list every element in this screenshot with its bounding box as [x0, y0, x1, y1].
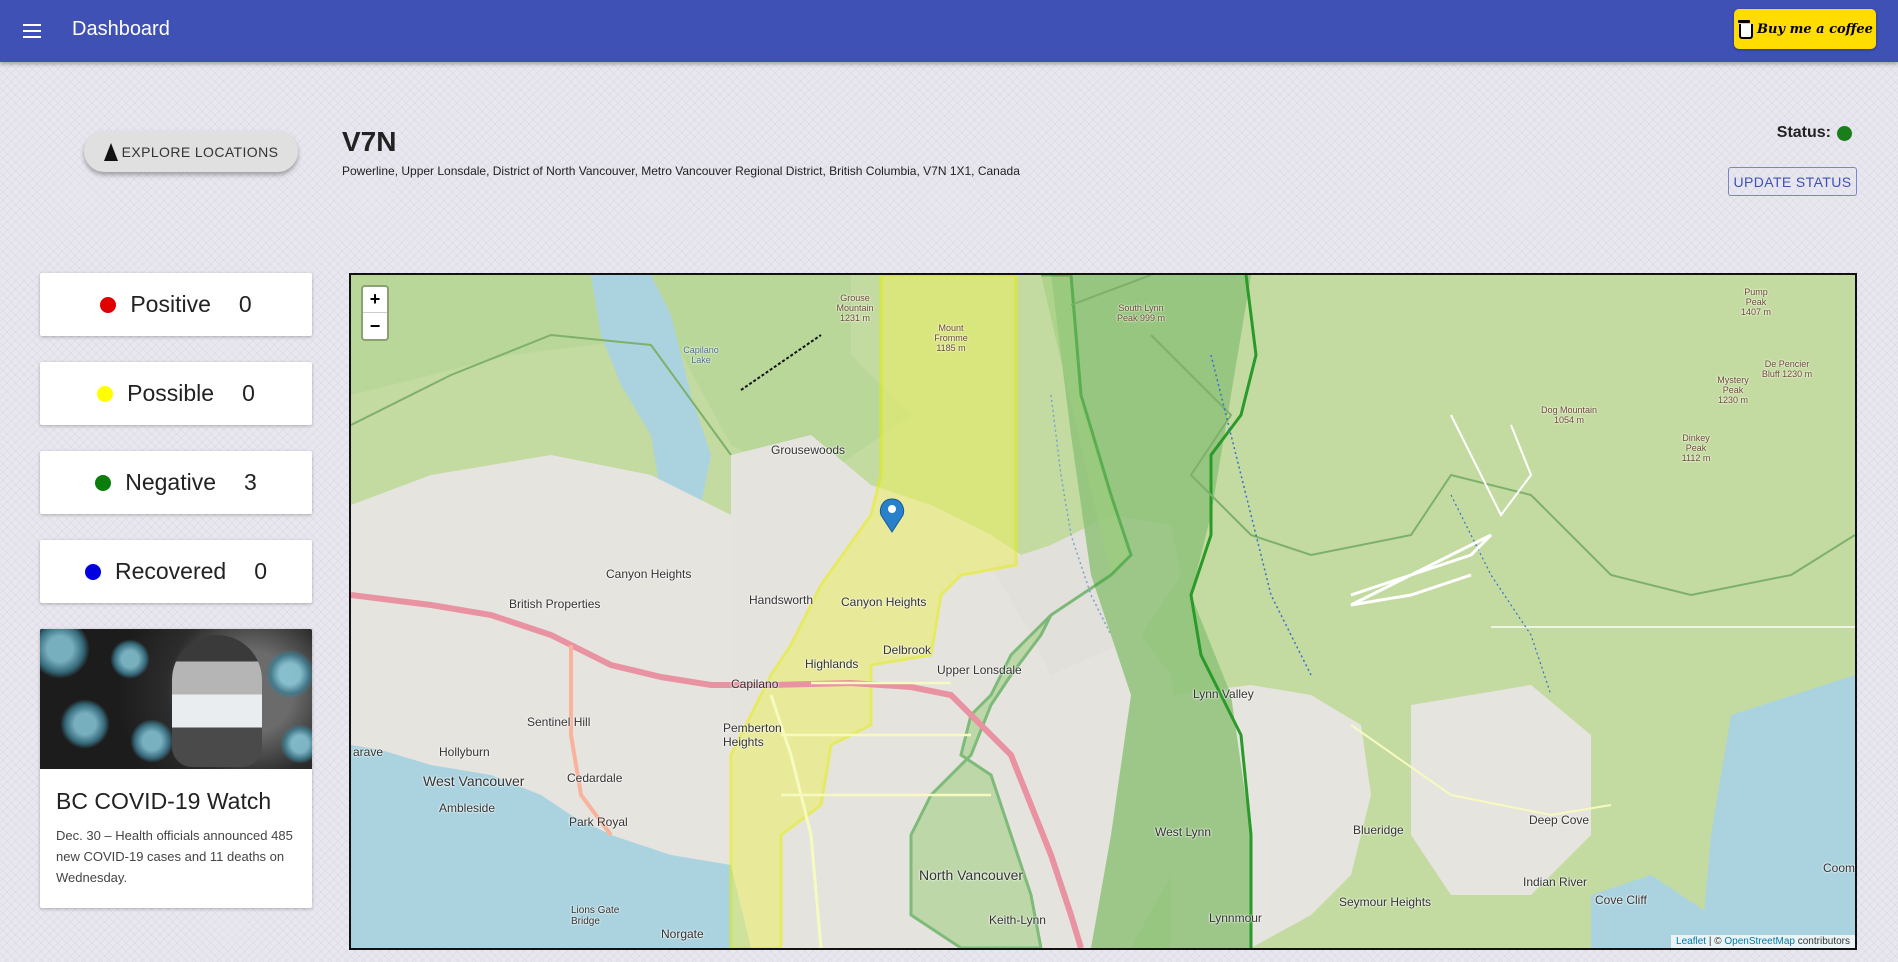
map-label: British Properties: [509, 597, 601, 611]
map-label: Park Royal: [569, 815, 628, 829]
map-label: arave: [353, 745, 384, 759]
map-label: Lynn Valley: [1193, 687, 1254, 701]
map-label: Cedardale: [567, 771, 623, 785]
stat-count: 0: [242, 380, 255, 406]
map-tiles: [351, 275, 1855, 948]
map-label: Deep Cove: [1529, 813, 1590, 827]
map-label: Canyon Heights: [606, 567, 692, 581]
map-label: Keith-Lynn: [989, 913, 1046, 927]
negative-dot-icon: [95, 474, 112, 491]
stat-count: 0: [238, 291, 252, 317]
stat-card-negative: Negative 3: [40, 451, 312, 514]
explore-label: EXPLORE LOCATIONS: [121, 143, 279, 160]
map-label: Grouse Mountain 1231 m: [836, 293, 874, 323]
map-label: Grousewoods: [771, 443, 846, 457]
status-indicator: Status:: [1777, 124, 1852, 142]
stat-count: 0: [254, 558, 268, 584]
news-image: [40, 629, 312, 769]
navigation-arrow-icon: [103, 142, 118, 161]
menu-icon[interactable]: [14, 13, 50, 49]
zoom-control: + −: [361, 285, 389, 341]
map-label: Delbrook: [883, 643, 932, 657]
map-label: Capilano Lake: [683, 345, 719, 365]
map-attribution: Leaflet | © OpenStreetMap contributors: [1671, 935, 1855, 948]
zoom-out-button[interactable]: −: [363, 313, 387, 339]
stat-label: Recovered: [114, 558, 227, 584]
possible-dot-icon: [97, 385, 114, 402]
postal-code-heading: V7N: [342, 126, 397, 157]
map-label: North Vancouver: [919, 867, 1024, 883]
map-label: Dinkey Peak 1112 m: [1681, 433, 1711, 463]
map-label: Hollyburn: [439, 745, 490, 759]
map-label: Canyon Heights: [841, 595, 927, 609]
stat-label: Negative: [125, 469, 216, 495]
map-label: Sentinel Hill: [527, 715, 591, 729]
map-label: Ambleside: [439, 801, 496, 815]
explore-locations-button[interactable]: EXPLORE LOCATIONS: [84, 131, 298, 172]
map-label: Indian River: [1523, 875, 1588, 889]
app-bar: Dashboard Buy me a coffee: [0, 0, 1898, 62]
map[interactable]: + − Grouse Mountain 1231 m Mount Fromme …: [349, 273, 1857, 950]
map-label: Norgate: [661, 927, 704, 941]
map-label: Highlands: [805, 657, 859, 671]
stat-label: Possible: [127, 380, 215, 406]
attribution-separator: | ©: [1706, 936, 1725, 947]
status-dot: [1837, 125, 1852, 141]
leaflet-link[interactable]: Leaflet: [1676, 936, 1706, 947]
recovered-dot-icon: [84, 563, 101, 580]
stat-card-possible: Possible 0: [40, 362, 312, 425]
map-label: West Vancouver: [423, 773, 525, 789]
map-label: Pump Peak 1407 m: [1740, 287, 1772, 317]
buy-me-a-coffee-button[interactable]: Buy me a coffee: [1734, 9, 1876, 49]
stat-card-recovered: Recovered 0: [40, 540, 312, 603]
coffee-cup-icon: [1737, 20, 1754, 39]
map-label: South Lynn Peak 999 m: [1116, 303, 1166, 323]
map-label: Lions Gate Bridge: [571, 905, 620, 927]
news-title: BC COVID-19 Watch: [56, 788, 272, 814]
zoom-in-button[interactable]: +: [363, 287, 387, 313]
map-label: Dog Mountain 1054 m: [1540, 405, 1598, 425]
attribution-tail: contributors: [1794, 936, 1850, 947]
map-label: Lynnmour: [1209, 911, 1262, 925]
positive-dot-icon: [100, 296, 117, 313]
map-label: Handsworth: [749, 593, 814, 607]
stat-card-positive: Positive 0: [40, 273, 312, 336]
address-text: Powerline, Upper Lonsdale, District of N…: [342, 164, 1020, 178]
coffee-label: Buy me a coffee: [1757, 21, 1873, 37]
map-label: Seymour Heights: [1339, 895, 1432, 909]
map-label: Blueridge: [1353, 823, 1404, 837]
map-label: Upper Lonsdale: [937, 663, 1022, 677]
map-label: Capilano: [731, 677, 779, 691]
map-label: Pemberton Heights: [723, 721, 782, 749]
map-label: De Pencier Bluff 1230 m: [1761, 359, 1813, 379]
status-label: Status:: [1776, 124, 1831, 141]
map-label: Coomb: [1823, 861, 1856, 875]
openstreetmap-link[interactable]: OpenStreetMap: [1724, 936, 1795, 947]
stat-label: Positive: [130, 291, 211, 317]
map-label: Mount Fromme 1185 m: [934, 323, 968, 353]
news-card[interactable]: BC COVID-19 Watch Dec. 30 – Health offic…: [40, 629, 312, 908]
map-label: West Lynn: [1155, 825, 1212, 839]
update-status-button[interactable]: UPDATE STATUS: [1728, 167, 1857, 196]
news-text: Dec. 30 – Health officials announced 485…: [56, 828, 293, 885]
page-title: Dashboard: [72, 18, 170, 40]
map-label: Cove Cliff: [1595, 893, 1647, 907]
map-label: Mystery Peak 1230 m: [1717, 375, 1749, 405]
stat-count: 3: [243, 469, 257, 495]
